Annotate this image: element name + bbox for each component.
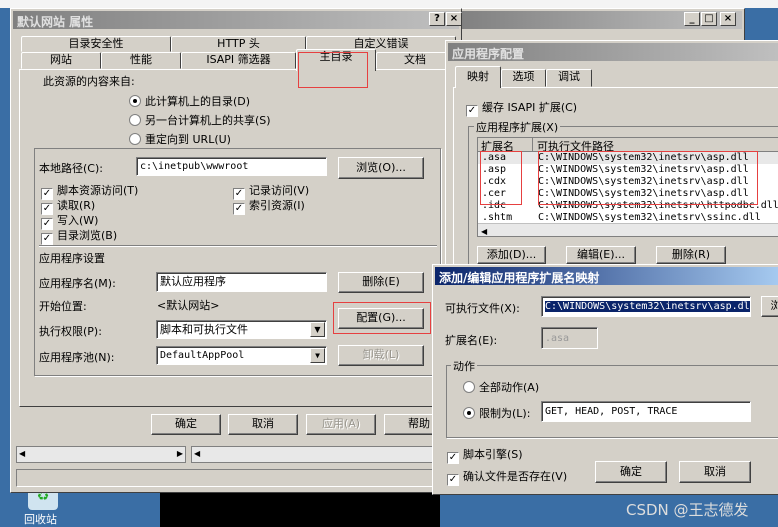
checkbox-index-resource[interactable]: ✓ 索引资源(I) xyxy=(233,197,305,215)
chevron-down-icon[interactable]: ▼ xyxy=(310,348,325,363)
start-point-value: <默认网站> xyxy=(157,299,220,312)
recycle-bin-label[interactable]: 回收站 xyxy=(24,511,57,527)
divider xyxy=(39,245,437,247)
tab-options[interactable]: 选项 xyxy=(501,69,546,87)
cancel-button[interactable]: 取消 xyxy=(679,461,751,483)
status-bar xyxy=(16,469,451,487)
checkbox-icon[interactable]: ✓ xyxy=(447,474,459,486)
extension-input[interactable]: .asa xyxy=(541,327,598,349)
chevron-down-icon[interactable]: ▼ xyxy=(310,322,325,337)
ok-button[interactable]: 确定 xyxy=(595,461,667,483)
column-header-extension[interactable]: 扩展名 xyxy=(478,138,533,153)
execute-permissions-label: 执行权限(P): xyxy=(39,325,102,338)
tab-http-headers[interactable]: HTTP 头 xyxy=(171,36,306,52)
tab-mappings[interactable]: 映射 xyxy=(455,66,501,88)
close-icon[interactable]: × xyxy=(446,12,462,26)
app-config-dialog: 应用程序配置 映射 选项 调试 ✓ 缓存 ISAPI 扩展(C) 应用程序扩展(X… xyxy=(445,40,778,273)
horizontal-scrollbar[interactable]: ◀ ▶ xyxy=(16,446,186,463)
highlight-box xyxy=(480,151,522,205)
scroll-left-icon[interactable]: ◀ xyxy=(481,227,487,236)
dialog-title: 默认网站 属性 xyxy=(13,11,459,29)
browse-button[interactable]: 浏览(O)... xyxy=(338,157,424,179)
edit-button[interactable]: 编辑(E)... xyxy=(566,246,636,264)
executable-label: 可执行文件(X): xyxy=(445,302,520,315)
app-name-input[interactable]: 默认应用程序 xyxy=(156,272,327,292)
scroll-left-icon[interactable]: ◀ xyxy=(19,449,25,458)
horizontal-scrollbar[interactable]: ◀ xyxy=(478,223,778,236)
tab-documents[interactable]: 文档 xyxy=(376,52,454,69)
properties-dialog: 默认网站 属性 ? × 目录安全性 HTTP 头 自定义错误 网站 性能 ISA… xyxy=(10,8,462,493)
dialog-title: 添加/编辑应用程序扩展名映射 xyxy=(435,267,778,285)
checkbox-icon[interactable]: ✓ xyxy=(466,105,478,117)
minimize-icon[interactable]: _ xyxy=(684,12,700,26)
help-icon[interactable]: ? xyxy=(429,12,445,26)
apply-button[interactable]: 应用(A) xyxy=(306,414,376,435)
maximize-icon[interactable]: □ xyxy=(701,12,717,26)
verbs-group-label: 动作 xyxy=(451,358,477,374)
radio-icon[interactable] xyxy=(129,95,141,107)
radio-limit-to[interactable]: 限制为(L): xyxy=(463,405,530,421)
extensions-group-label: 应用程序扩展(X) xyxy=(474,119,561,135)
edit-mapping-dialog: 添加/编辑应用程序扩展名映射 可执行文件(X): C:\WINDOWS\syst… xyxy=(432,264,778,495)
delete-button[interactable]: 删除(R) xyxy=(656,246,726,264)
start-point-label: 开始位置: xyxy=(39,300,87,313)
cancel-button[interactable]: 取消 xyxy=(228,414,298,435)
app-pool-select[interactable]: DefaultAppPool ▼ xyxy=(156,346,327,365)
checkbox-icon[interactable]: ✓ xyxy=(233,203,245,215)
radio-icon[interactable] xyxy=(463,381,475,393)
tab-directory-security[interactable]: 目录安全性 xyxy=(21,36,171,52)
app-name-label: 应用程序名(M): xyxy=(39,277,116,290)
unload-button[interactable]: 卸载(L) xyxy=(338,345,424,366)
content-source-label: 此资源的内容来自: xyxy=(43,75,135,88)
limit-verbs-input[interactable]: GET, HEAD, POST, TRACE xyxy=(541,401,751,422)
tab-debugging[interactable]: 调试 xyxy=(546,69,592,87)
radio-redirect-url[interactable]: 重定向到 URL(U) xyxy=(129,131,231,147)
extension-label: 扩展名(E): xyxy=(445,334,498,347)
watermark: CSDN @王志德发 xyxy=(626,501,749,519)
app-settings-label: 应用程序设置 xyxy=(39,252,105,265)
radio-icon[interactable] xyxy=(129,114,141,126)
checkbox-icon[interactable]: ✓ xyxy=(41,233,53,245)
tab-isapi-filters[interactable]: ISAPI 筛选器 xyxy=(181,52,296,69)
radio-icon[interactable] xyxy=(463,407,475,419)
add-button[interactable]: 添加(D)... xyxy=(477,246,546,264)
tab-website[interactable]: 网站 xyxy=(21,52,101,69)
remove-app-button[interactable]: 删除(E) xyxy=(338,272,424,293)
column-header-path[interactable]: 可执行文件路径 xyxy=(533,138,614,153)
top-strip xyxy=(0,0,778,8)
execute-permissions-select[interactable]: 脚本和可执行文件 ▼ xyxy=(156,320,327,339)
close-icon[interactable]: × xyxy=(720,12,736,26)
local-path-input[interactable]: c:\inetpub\wwwroot xyxy=(136,157,327,176)
executable-input[interactable]: C:\WINDOWS\system32\inetsrv\asp.dll xyxy=(541,296,751,317)
tab-performance[interactable]: 性能 xyxy=(101,52,181,69)
radio-icon[interactable] xyxy=(129,133,141,145)
browse-button[interactable]: 浏 xyxy=(761,296,778,317)
highlight-box xyxy=(333,302,431,334)
radio-local-directory[interactable]: 此计算机上的目录(D) xyxy=(129,93,250,109)
checkbox-icon[interactable]: ✓ xyxy=(447,452,459,464)
cache-isapi-checkbox[interactable]: ✓ 缓存 ISAPI 扩展(C) xyxy=(466,99,577,117)
ok-button[interactable]: 确定 xyxy=(151,414,221,435)
scroll-left-icon[interactable]: ◀ xyxy=(194,449,200,458)
radio-all-verbs[interactable]: 全部动作(A) xyxy=(463,379,539,395)
horizontal-scrollbar[interactable]: ◀ xyxy=(191,446,451,463)
scroll-right-icon[interactable]: ▶ xyxy=(177,449,183,458)
dialog-title: 应用程序配置 xyxy=(448,43,778,61)
highlight-box xyxy=(538,151,758,205)
checkbox-directory-browsing[interactable]: ✓ 目录浏览(B) xyxy=(41,227,117,245)
script-engine-checkbox[interactable]: ✓ 脚本引擎(S) xyxy=(447,446,523,464)
app-pool-label: 应用程序池(N): xyxy=(39,351,115,364)
radio-network-share[interactable]: 另一台计算机上的共享(S) xyxy=(129,112,271,128)
verify-file-checkbox[interactable]: ✓ 确认文件是否存在(V) xyxy=(447,468,567,486)
local-path-label: 本地路径(C): xyxy=(39,162,103,175)
highlight-box xyxy=(298,52,368,88)
